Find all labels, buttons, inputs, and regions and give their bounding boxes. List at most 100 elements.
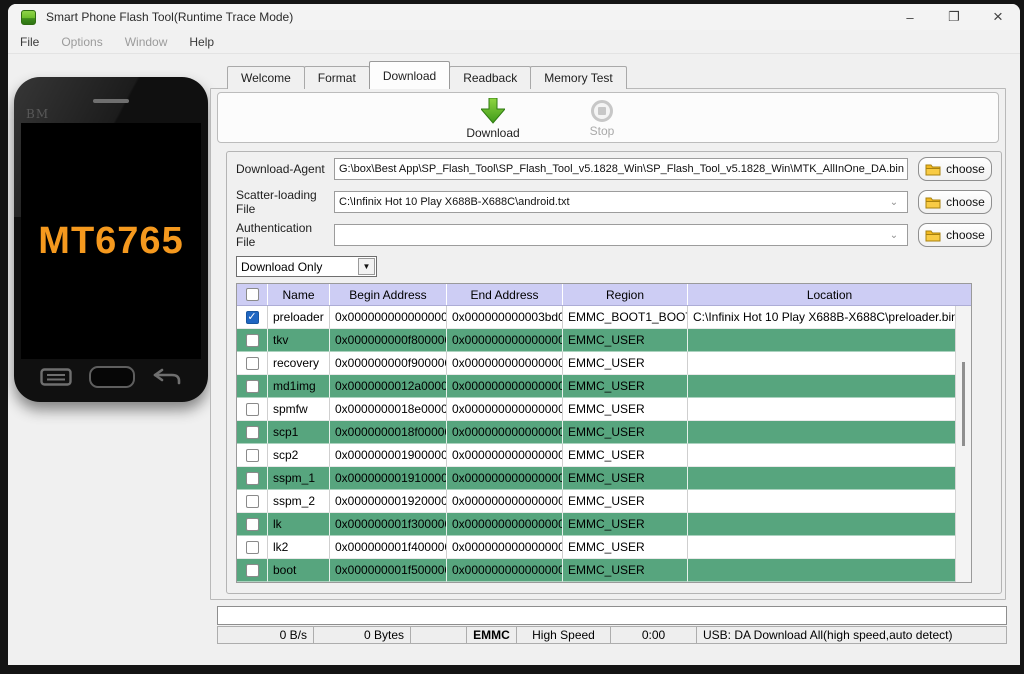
row-checkbox[interactable]: [246, 564, 259, 577]
location: C:\Infinix Hot 10 Play X688B-X688C\prelo…: [688, 306, 971, 329]
download-agent-value: G:\box\Best App\SP_Flash_Tool\SP_Flash_T…: [339, 163, 904, 175]
row-checkbox[interactable]: [246, 403, 259, 416]
begin-address: 0x000000001f500000: [330, 559, 447, 582]
row-checkbox-cell[interactable]: [237, 375, 268, 398]
region: EMMC_USER: [563, 375, 688, 398]
location: [688, 467, 971, 490]
row-checkbox-cell[interactable]: [237, 398, 268, 421]
auth-file-label: Authentication File: [236, 221, 334, 249]
auth-file-combobox[interactable]: ⌄: [334, 224, 908, 246]
close-button[interactable]: ×: [976, 4, 1020, 30]
row-checkbox-cell[interactable]: [237, 421, 268, 444]
minimize-button[interactable]: –: [888, 4, 932, 30]
table-row[interactable]: lk 0x000000001f300000 0x0000000000000000…: [237, 513, 971, 536]
row-checkbox[interactable]: [246, 380, 259, 393]
select-all-checkbox[interactable]: [246, 288, 259, 301]
table-row[interactable]: sspm_1 0x0000000019100000 0x000000000000…: [237, 467, 971, 490]
select-all-cell[interactable]: [237, 284, 268, 305]
table-row[interactable]: tkv 0x000000000f800000 0x000000000000000…: [237, 329, 971, 352]
table-row[interactable]: sspm_2 0x0000000019200000 0x000000000000…: [237, 490, 971, 513]
table-row[interactable]: md1img 0x0000000012a00000 0x000000000000…: [237, 375, 971, 398]
tab-download[interactable]: Download: [369, 61, 450, 89]
tab-readback[interactable]: Readback: [449, 66, 531, 89]
begin-address: 0x000000001f400000: [330, 536, 447, 559]
begin-address: 0x0000000019100000: [330, 467, 447, 490]
download-mode-value: Download Only: [241, 260, 322, 274]
end-address: 0x0000000000000000: [447, 490, 563, 513]
row-checkbox-cell[interactable]: [237, 513, 268, 536]
partition-name: sspm_1: [268, 467, 330, 490]
begin-address: 0x0000000012a00000: [330, 375, 447, 398]
download-agent-choose-button[interactable]: choose: [918, 157, 992, 181]
table-row[interactable]: boot 0x000000001f500000 0x00000000000000…: [237, 559, 971, 582]
tab-welcome[interactable]: Welcome: [227, 66, 305, 89]
table-row[interactable]: scp2 0x0000000019000000 0x00000000000000…: [237, 444, 971, 467]
scatter-file-choose-button[interactable]: choose: [918, 190, 992, 214]
choose-button-label: choose: [946, 228, 985, 242]
menu-file[interactable]: File: [10, 32, 49, 52]
row-checkbox[interactable]: [246, 472, 259, 485]
row-checkbox[interactable]: [246, 426, 259, 439]
scrollbar-thumb[interactable]: [962, 362, 965, 446]
partition-name: scp1: [268, 421, 330, 444]
status-usb-speed: High Speed: [517, 626, 611, 644]
row-checkbox[interactable]: [246, 334, 259, 347]
row-checkbox[interactable]: [246, 357, 259, 370]
stop-button[interactable]: Stop: [559, 98, 645, 138]
tab-format[interactable]: Format: [304, 66, 370, 89]
header-name[interactable]: Name: [268, 284, 330, 305]
table-row[interactable]: scp1 0x0000000018f00000 0x00000000000000…: [237, 421, 971, 444]
maximize-button[interactable]: ❐: [932, 4, 976, 30]
row-checkbox[interactable]: [246, 495, 259, 508]
table-row[interactable]: spmfw 0x0000000018e00000 0x0000000000000…: [237, 398, 971, 421]
menu-help[interactable]: Help: [179, 32, 224, 52]
header-begin-address[interactable]: Begin Address: [330, 284, 447, 305]
location: [688, 490, 971, 513]
row-checkbox-cell[interactable]: [237, 329, 268, 352]
menu-window[interactable]: Window: [115, 32, 178, 52]
tab-memory-test[interactable]: Memory Test: [530, 66, 626, 89]
choose-button-label: choose: [946, 162, 985, 176]
table-row[interactable]: lk2 0x000000001f400000 0x000000000000000…: [237, 536, 971, 559]
auth-file-choose-button[interactable]: choose: [918, 223, 992, 247]
chevron-down-icon[interactable]: ⌄: [885, 225, 903, 245]
region: EMMC_USER: [563, 559, 688, 582]
row-checkbox-cell[interactable]: [237, 467, 268, 490]
phone-illustration: BM MT6765: [14, 77, 208, 402]
scatter-file-combobox[interactable]: C:\Infinix Hot 10 Play X688B-X688C\andro…: [334, 191, 908, 213]
region: EMMC_USER: [563, 536, 688, 559]
row-checkbox-cell[interactable]: [237, 490, 268, 513]
row-checkbox[interactable]: [246, 449, 259, 462]
table-scrollbar[interactable]: [955, 306, 971, 582]
download-mode-select[interactable]: Download Only ▼: [236, 256, 377, 277]
download-agent-input[interactable]: G:\box\Best App\SP_Flash_Tool\SP_Flash_T…: [334, 158, 908, 180]
table-row[interactable]: preloader 0x0000000000000000 0x000000000…: [237, 306, 971, 329]
header-region[interactable]: Region: [563, 284, 688, 305]
end-address: 0x0000000000000000: [447, 559, 563, 582]
row-checkbox[interactable]: [246, 311, 259, 324]
folder-icon: [925, 196, 941, 209]
status-transferred: 0 Bytes: [314, 626, 411, 644]
row-checkbox-cell[interactable]: [237, 536, 268, 559]
end-address: 0x0000000000000000: [447, 352, 563, 375]
row-checkbox-cell[interactable]: [237, 559, 268, 582]
row-checkbox[interactable]: [246, 541, 259, 554]
dropdown-arrow-icon[interactable]: ▼: [358, 258, 375, 275]
title-bar[interactable]: Smart Phone Flash Tool(Runtime Trace Mod…: [8, 4, 1020, 30]
header-end-address[interactable]: End Address: [447, 284, 563, 305]
row-checkbox-cell[interactable]: [237, 306, 268, 329]
row-checkbox[interactable]: [246, 518, 259, 531]
region: EMMC_USER: [563, 352, 688, 375]
menu-options[interactable]: Options: [51, 32, 112, 52]
table-row[interactable]: recovery 0x000000000f900000 0x0000000000…: [237, 352, 971, 375]
chevron-down-icon[interactable]: ⌄: [885, 192, 903, 212]
header-location[interactable]: Location: [688, 284, 971, 305]
choose-button-label: choose: [946, 195, 985, 209]
download-button[interactable]: Download: [450, 98, 536, 140]
partition-name: lk2: [268, 536, 330, 559]
row-checkbox-cell[interactable]: [237, 444, 268, 467]
row-checkbox-cell[interactable]: [237, 352, 268, 375]
status-speed: 0 B/s: [217, 626, 314, 644]
begin-address: 0x000000001f300000: [330, 513, 447, 536]
stop-icon: [591, 100, 613, 122]
